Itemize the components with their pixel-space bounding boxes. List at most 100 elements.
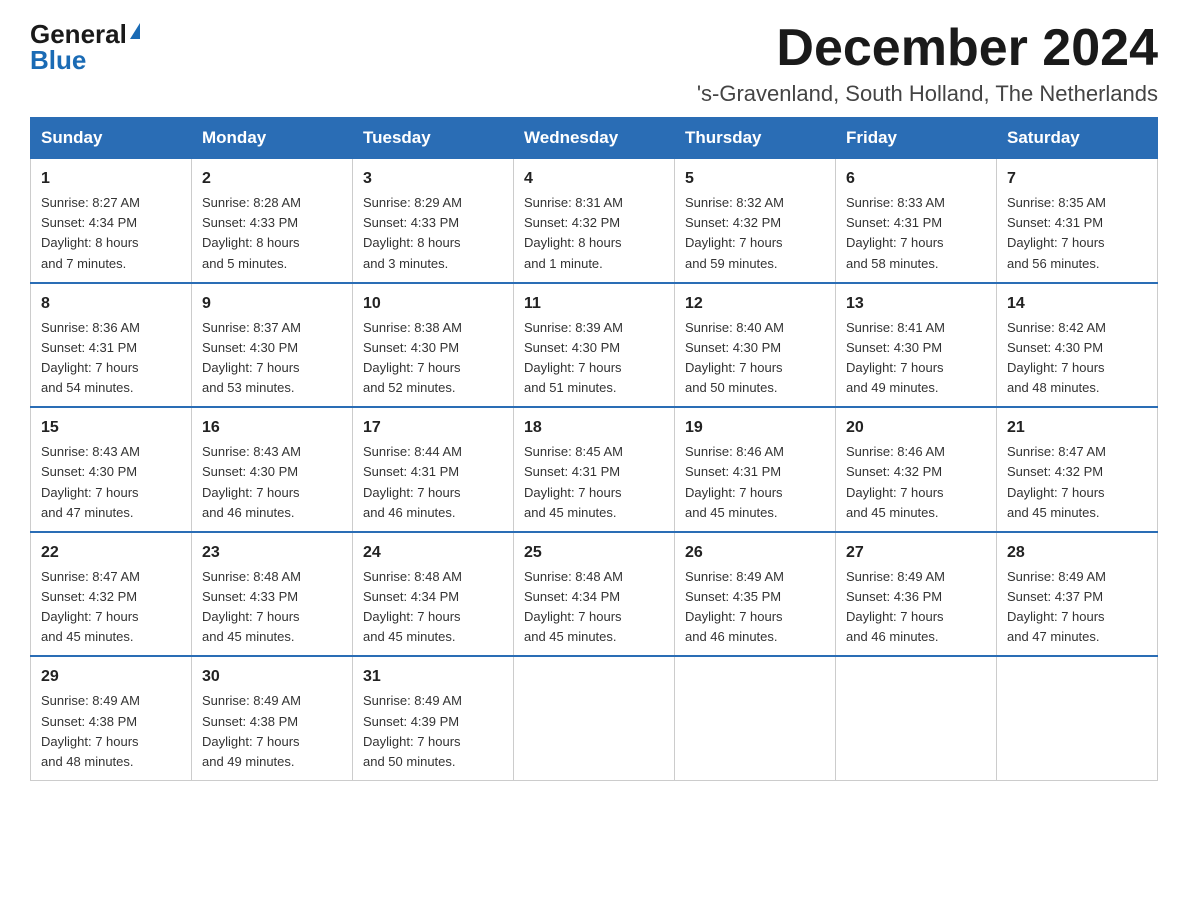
day-number: 12 <box>685 292 825 316</box>
header-tuesday: Tuesday <box>353 118 514 159</box>
day-info: Sunrise: 8:49 AM Sunset: 4:36 PM Dayligh… <box>846 567 986 648</box>
day-number: 28 <box>1007 541 1147 565</box>
weekday-header-row: Sunday Monday Tuesday Wednesday Thursday… <box>31 118 1158 159</box>
calendar-cell: 16 Sunrise: 8:43 AM Sunset: 4:30 PM Dayl… <box>192 407 353 532</box>
calendar-cell: 13 Sunrise: 8:41 AM Sunset: 4:30 PM Dayl… <box>836 283 997 408</box>
day-info: Sunrise: 8:27 AM Sunset: 4:34 PM Dayligh… <box>41 193 181 274</box>
day-info: Sunrise: 8:49 AM Sunset: 4:37 PM Dayligh… <box>1007 567 1147 648</box>
header-monday: Monday <box>192 118 353 159</box>
day-number: 26 <box>685 541 825 565</box>
day-number: 13 <box>846 292 986 316</box>
day-info: Sunrise: 8:28 AM Sunset: 4:33 PM Dayligh… <box>202 193 342 274</box>
calendar-cell: 19 Sunrise: 8:46 AM Sunset: 4:31 PM Dayl… <box>675 407 836 532</box>
header-thursday: Thursday <box>675 118 836 159</box>
day-number: 15 <box>41 416 181 440</box>
day-number: 1 <box>41 167 181 191</box>
calendar-cell: 31 Sunrise: 8:49 AM Sunset: 4:39 PM Dayl… <box>353 656 514 780</box>
day-number: 18 <box>524 416 664 440</box>
day-info: Sunrise: 8:32 AM Sunset: 4:32 PM Dayligh… <box>685 193 825 274</box>
day-number: 3 <box>363 167 503 191</box>
day-number: 22 <box>41 541 181 565</box>
day-info: Sunrise: 8:48 AM Sunset: 4:34 PM Dayligh… <box>524 567 664 648</box>
title-area: December 2024 's-Gravenland, South Holla… <box>697 20 1158 107</box>
day-number: 31 <box>363 665 503 689</box>
day-number: 2 <box>202 167 342 191</box>
day-info: Sunrise: 8:44 AM Sunset: 4:31 PM Dayligh… <box>363 442 503 523</box>
calendar-cell: 8 Sunrise: 8:36 AM Sunset: 4:31 PM Dayli… <box>31 283 192 408</box>
calendar-cell: 20 Sunrise: 8:46 AM Sunset: 4:32 PM Dayl… <box>836 407 997 532</box>
day-number: 29 <box>41 665 181 689</box>
calendar-cell: 3 Sunrise: 8:29 AM Sunset: 4:33 PM Dayli… <box>353 159 514 283</box>
day-info: Sunrise: 8:40 AM Sunset: 4:30 PM Dayligh… <box>685 318 825 399</box>
page-header: General Blue December 2024 's-Gravenland… <box>30 20 1158 107</box>
calendar-week-5: 29 Sunrise: 8:49 AM Sunset: 4:38 PM Dayl… <box>31 656 1158 780</box>
day-number: 11 <box>524 292 664 316</box>
calendar-cell: 4 Sunrise: 8:31 AM Sunset: 4:32 PM Dayli… <box>514 159 675 283</box>
header-wednesday: Wednesday <box>514 118 675 159</box>
calendar-cell: 14 Sunrise: 8:42 AM Sunset: 4:30 PM Dayl… <box>997 283 1158 408</box>
day-info: Sunrise: 8:36 AM Sunset: 4:31 PM Dayligh… <box>41 318 181 399</box>
day-info: Sunrise: 8:48 AM Sunset: 4:34 PM Dayligh… <box>363 567 503 648</box>
day-info: Sunrise: 8:33 AM Sunset: 4:31 PM Dayligh… <box>846 193 986 274</box>
calendar-cell: 6 Sunrise: 8:33 AM Sunset: 4:31 PM Dayli… <box>836 159 997 283</box>
day-number: 27 <box>846 541 986 565</box>
day-number: 23 <box>202 541 342 565</box>
calendar-cell: 23 Sunrise: 8:48 AM Sunset: 4:33 PM Dayl… <box>192 532 353 657</box>
day-info: Sunrise: 8:35 AM Sunset: 4:31 PM Dayligh… <box>1007 193 1147 274</box>
calendar-cell: 29 Sunrise: 8:49 AM Sunset: 4:38 PM Dayl… <box>31 656 192 780</box>
day-info: Sunrise: 8:45 AM Sunset: 4:31 PM Dayligh… <box>524 442 664 523</box>
day-info: Sunrise: 8:38 AM Sunset: 4:30 PM Dayligh… <box>363 318 503 399</box>
day-number: 5 <box>685 167 825 191</box>
day-number: 30 <box>202 665 342 689</box>
calendar-cell: 18 Sunrise: 8:45 AM Sunset: 4:31 PM Dayl… <box>514 407 675 532</box>
logo-arrow-icon <box>130 23 140 39</box>
day-info: Sunrise: 8:29 AM Sunset: 4:33 PM Dayligh… <box>363 193 503 274</box>
calendar-cell: 12 Sunrise: 8:40 AM Sunset: 4:30 PM Dayl… <box>675 283 836 408</box>
day-info: Sunrise: 8:47 AM Sunset: 4:32 PM Dayligh… <box>41 567 181 648</box>
calendar-cell: 9 Sunrise: 8:37 AM Sunset: 4:30 PM Dayli… <box>192 283 353 408</box>
calendar-week-1: 1 Sunrise: 8:27 AM Sunset: 4:34 PM Dayli… <box>31 159 1158 283</box>
calendar-week-4: 22 Sunrise: 8:47 AM Sunset: 4:32 PM Dayl… <box>31 532 1158 657</box>
calendar-cell: 15 Sunrise: 8:43 AM Sunset: 4:30 PM Dayl… <box>31 407 192 532</box>
day-number: 4 <box>524 167 664 191</box>
day-info: Sunrise: 8:48 AM Sunset: 4:33 PM Dayligh… <box>202 567 342 648</box>
day-number: 10 <box>363 292 503 316</box>
day-info: Sunrise: 8:43 AM Sunset: 4:30 PM Dayligh… <box>41 442 181 523</box>
calendar-cell: 21 Sunrise: 8:47 AM Sunset: 4:32 PM Dayl… <box>997 407 1158 532</box>
day-number: 6 <box>846 167 986 191</box>
calendar-cell: 26 Sunrise: 8:49 AM Sunset: 4:35 PM Dayl… <box>675 532 836 657</box>
day-number: 24 <box>363 541 503 565</box>
calendar-cell: 30 Sunrise: 8:49 AM Sunset: 4:38 PM Dayl… <box>192 656 353 780</box>
calendar-cell: 2 Sunrise: 8:28 AM Sunset: 4:33 PM Dayli… <box>192 159 353 283</box>
day-number: 19 <box>685 416 825 440</box>
day-info: Sunrise: 8:49 AM Sunset: 4:35 PM Dayligh… <box>685 567 825 648</box>
calendar-cell: 27 Sunrise: 8:49 AM Sunset: 4:36 PM Dayl… <box>836 532 997 657</box>
calendar-cell: 5 Sunrise: 8:32 AM Sunset: 4:32 PM Dayli… <box>675 159 836 283</box>
calendar-week-2: 8 Sunrise: 8:36 AM Sunset: 4:31 PM Dayli… <box>31 283 1158 408</box>
day-info: Sunrise: 8:46 AM Sunset: 4:31 PM Dayligh… <box>685 442 825 523</box>
calendar-cell: 7 Sunrise: 8:35 AM Sunset: 4:31 PM Dayli… <box>997 159 1158 283</box>
day-number: 16 <box>202 416 342 440</box>
day-number: 20 <box>846 416 986 440</box>
calendar-cell: 1 Sunrise: 8:27 AM Sunset: 4:34 PM Dayli… <box>31 159 192 283</box>
location-title: 's-Gravenland, South Holland, The Nether… <box>697 81 1158 107</box>
calendar-week-3: 15 Sunrise: 8:43 AM Sunset: 4:30 PM Dayl… <box>31 407 1158 532</box>
calendar-cell: 24 Sunrise: 8:48 AM Sunset: 4:34 PM Dayl… <box>353 532 514 657</box>
day-info: Sunrise: 8:49 AM Sunset: 4:38 PM Dayligh… <box>202 691 342 772</box>
month-title: December 2024 <box>697 20 1158 77</box>
day-number: 9 <box>202 292 342 316</box>
day-info: Sunrise: 8:41 AM Sunset: 4:30 PM Dayligh… <box>846 318 986 399</box>
calendar-cell <box>836 656 997 780</box>
calendar-cell <box>675 656 836 780</box>
logo-blue: Blue <box>30 45 86 76</box>
day-number: 7 <box>1007 167 1147 191</box>
header-sunday: Sunday <box>31 118 192 159</box>
day-info: Sunrise: 8:46 AM Sunset: 4:32 PM Dayligh… <box>846 442 986 523</box>
logo: General Blue <box>30 20 140 76</box>
day-info: Sunrise: 8:37 AM Sunset: 4:30 PM Dayligh… <box>202 318 342 399</box>
header-friday: Friday <box>836 118 997 159</box>
day-info: Sunrise: 8:49 AM Sunset: 4:38 PM Dayligh… <box>41 691 181 772</box>
calendar-cell <box>514 656 675 780</box>
day-info: Sunrise: 8:43 AM Sunset: 4:30 PM Dayligh… <box>202 442 342 523</box>
day-number: 8 <box>41 292 181 316</box>
